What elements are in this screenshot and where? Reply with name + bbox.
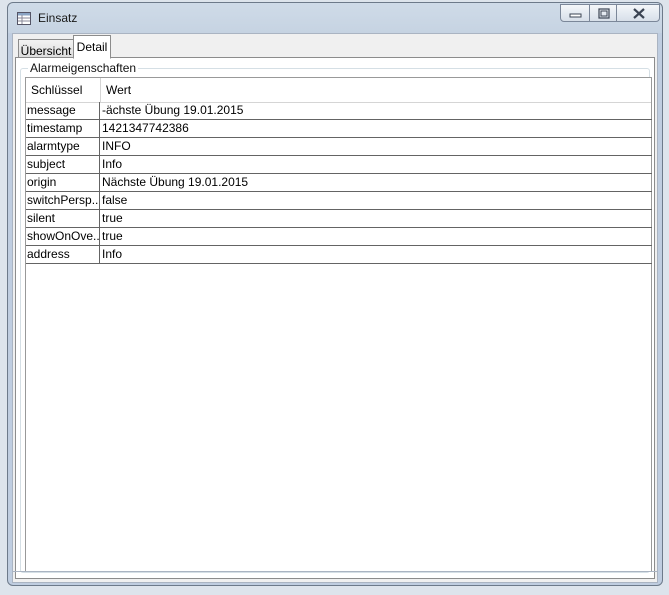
window-client-area: Übersicht Detail Alarmeigenschaften Schl…	[12, 33, 658, 583]
table-cell-key: alarmtype	[26, 138, 100, 155]
tab-detail[interactable]: Detail	[73, 35, 111, 59]
table-row[interactable]: alarmtype INFO	[26, 138, 652, 156]
table-cell-key: subject	[26, 156, 100, 173]
table-cell-value: Info	[102, 157, 123, 171]
table-icon	[17, 12, 31, 25]
table-cell-value: 1421347742386	[102, 121, 189, 135]
table-cell-value: true	[102, 211, 123, 225]
table-cell-value: INFO	[102, 139, 131, 153]
minimize-icon	[569, 13, 582, 18]
einsatz-window: Einsatz Übersicht Detail Alarmeigenschaf…	[7, 2, 663, 586]
table-cell-value: true	[102, 229, 123, 243]
column-header-value[interactable]: Wert	[101, 78, 651, 102]
column-header-key[interactable]: Schlüssel	[26, 78, 101, 102]
title-bar[interactable]: Einsatz	[8, 3, 662, 33]
table-row[interactable]: message -ächste Übung 19.01.2015	[26, 102, 652, 120]
table-header: Schlüssel Wert	[26, 78, 651, 103]
table-cell-key: message	[26, 102, 100, 119]
table-cell-key: switchPersp...	[27, 192, 100, 209]
restore-button[interactable]	[589, 4, 617, 22]
minimize-button[interactable]	[560, 4, 590, 22]
table-row[interactable]: switchPersp... false	[26, 192, 652, 210]
tab-detail-label: Detail	[76, 40, 108, 54]
table-cell-key: timestamp	[26, 120, 100, 137]
table-cell-value: Info	[102, 247, 123, 261]
table-cell-value: Nächste Übung 19.01.2015	[102, 175, 249, 189]
restore-icon	[598, 8, 610, 19]
table-row[interactable]: silent true	[26, 210, 652, 228]
table-row[interactable]: subject Info	[26, 156, 652, 174]
table-row[interactable]: showOnOve... true	[26, 228, 652, 246]
table-cell-value: -ächste Übung 19.01.2015	[102, 103, 244, 117]
table-row[interactable]: timestamp 1421347742386	[26, 120, 652, 138]
close-icon	[633, 8, 645, 19]
table-cell-key: origin	[26, 174, 100, 191]
tab-overview-label: Übersicht	[20, 44, 72, 58]
table-cell-key: address	[26, 246, 100, 263]
close-button[interactable]	[616, 4, 660, 22]
table-row[interactable]: address Info	[26, 246, 652, 264]
detail-tab-panel: Alarmeigenschaften Schlüssel Wert messag…	[15, 57, 655, 579]
properties-table[interactable]: Schlüssel Wert message -ächste Übung 19.…	[25, 77, 652, 572]
table-cell-value: false	[102, 193, 128, 207]
group-label: Alarmeigenschaften	[28, 61, 139, 75]
tab-overview[interactable]: Übersicht	[18, 39, 74, 58]
table-cell-key: silent	[26, 210, 100, 227]
table-cell-key: showOnOve...	[27, 228, 100, 245]
table-row[interactable]: origin Nächste Übung 19.01.2015	[26, 174, 652, 192]
window-title: Einsatz	[38, 11, 78, 25]
status-bar	[12, 571, 658, 579]
